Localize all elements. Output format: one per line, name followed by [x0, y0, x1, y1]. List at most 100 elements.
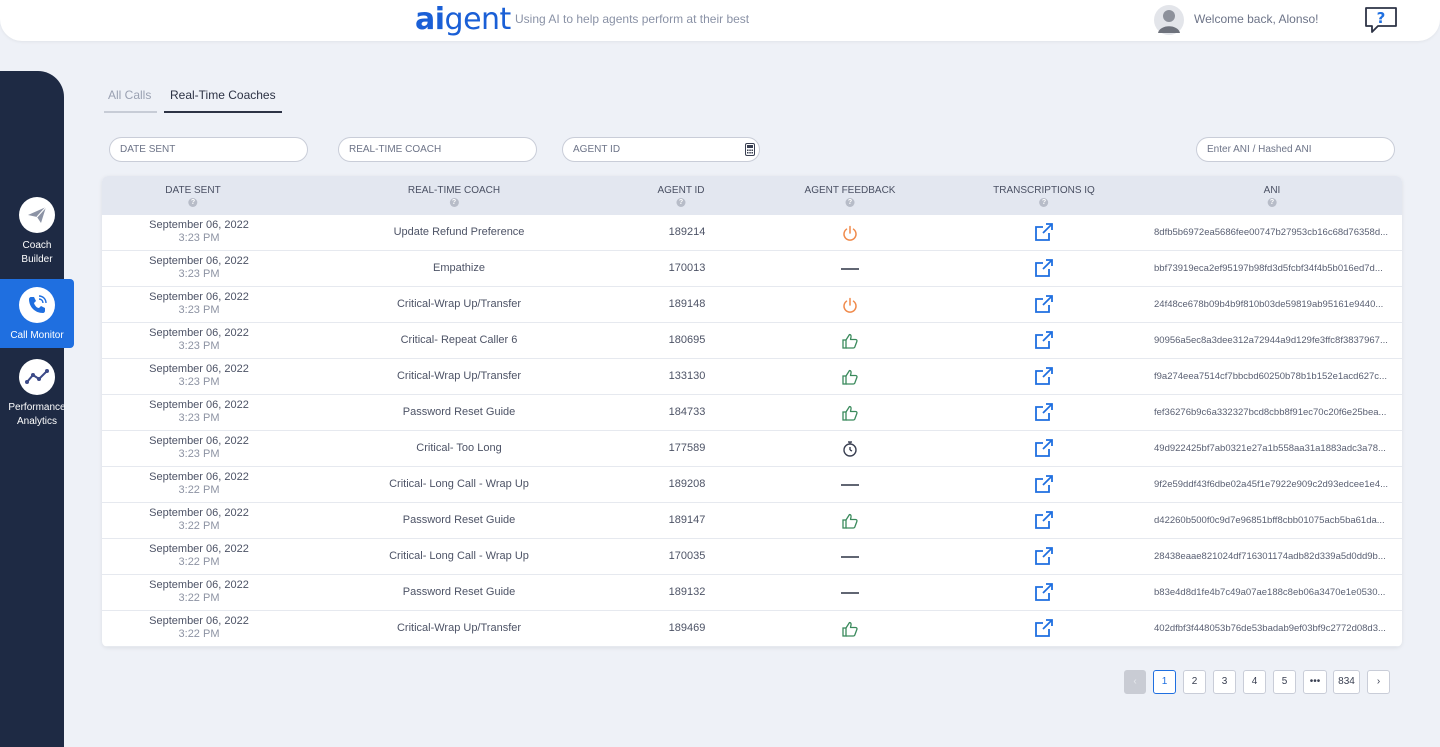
- date-text: September 06, 2022: [149, 255, 249, 267]
- thumbs-up-icon: [841, 512, 859, 530]
- welcome-message: Welcome back, Alonso!: [1194, 12, 1319, 26]
- table-row[interactable]: September 06, 2022 3:23 PM Critical-Wrap U…: [102, 359, 1402, 395]
- svg-text:?: ?: [1377, 9, 1386, 27]
- date-text: September 06, 2022: [149, 471, 249, 483]
- more-pages-button[interactable]: •••: [1303, 670, 1327, 694]
- tab-all-calls[interactable]: All Calls: [104, 88, 158, 113]
- agent-id-filter[interactable]: [562, 137, 760, 162]
- table-row[interactable]: September 06, 2022 3:23 PM Critical- Too L…: [102, 431, 1402, 467]
- tab-real-time-coaches[interactable]: Real-Time Coaches: [164, 88, 282, 113]
- page-button[interactable]: 4: [1243, 670, 1266, 694]
- time-text: 3:23 PM: [178, 412, 220, 424]
- date-sent-cell: September 06, 2022 3:23 PM: [149, 291, 249, 317]
- column-header-transcriptions-iq[interactable]: TRANSCRIPTIONS IQ?: [993, 185, 1095, 207]
- time-text: 3:22 PM: [178, 520, 220, 532]
- time-text: 3:23 PM: [178, 448, 220, 460]
- info-icon[interactable]: ?: [845, 198, 855, 207]
- table-row[interactable]: September 06, 2022 3:23 PM Password Reset …: [102, 395, 1402, 431]
- date-sent-filter[interactable]: [109, 137, 308, 162]
- sidebar-item-coach-builder[interactable]: Coach Builder: [0, 197, 74, 269]
- date-text: September 06, 2022: [149, 327, 249, 339]
- table-row[interactable]: September 06, 2022 3:23 PM Update Refund P…: [102, 215, 1402, 251]
- ani-cell: 28438eaae821024df716301174adb82d339a5d0d…: [1154, 551, 1386, 562]
- ani-cell: fef36276b9c6a332327bcd8cbb8f91ec70c20f6e…: [1154, 407, 1387, 418]
- external-link-icon[interactable]: [1034, 294, 1054, 314]
- info-icon[interactable]: ?: [449, 198, 459, 207]
- table-row[interactable]: September 06, 2022 3:23 PM Critical-Wrap U…: [102, 287, 1402, 323]
- sidebar-item-performance-analytics[interactable]: Performance Analytics: [0, 359, 74, 431]
- table-row[interactable]: September 06, 2022 3:22 PM Critical- Long …: [102, 539, 1402, 575]
- date-text: September 06, 2022: [149, 507, 249, 519]
- column-header-ani[interactable]: ANI?: [1264, 185, 1280, 207]
- table-row[interactable]: September 06, 2022 3:22 PM Password Reset …: [102, 503, 1402, 539]
- real-time-coach-cell: Empathize: [433, 262, 485, 274]
- last-page-button[interactable]: 834: [1333, 670, 1360, 694]
- agent-id-cell: 189148: [668, 298, 706, 310]
- ani-cell: d42260b500f0c9d7e96851bff8cbb01075acb5ba…: [1154, 515, 1385, 526]
- real-time-coach-filter[interactable]: [338, 137, 537, 162]
- external-link-icon[interactable]: [1034, 222, 1054, 242]
- real-time-coach-cell: Critical- Long Call - Wrap Up: [389, 550, 529, 562]
- page-button[interactable]: 5: [1273, 670, 1296, 694]
- ani-cell: 90956a5ec8a3dee312a72944a9d129fe3ffc8f38…: [1154, 335, 1388, 346]
- ani-cell: 9f2e59ddf43f6dbe02a45f1e7922e909c2d93edc…: [1154, 479, 1389, 490]
- external-link-icon[interactable]: [1034, 258, 1054, 278]
- table-row[interactable]: September 06, 2022 3:22 PM Critical- Long …: [102, 467, 1402, 503]
- sidebar: Coach Builder Call Monitor Performance A…: [0, 71, 74, 747]
- external-link-icon[interactable]: [1034, 546, 1054, 566]
- table-row[interactable]: September 06, 2022 3:23 PM Empathize 170013…: [102, 251, 1402, 287]
- info-icon[interactable]: ?: [1267, 198, 1277, 207]
- user-avatar-icon[interactable]: [1154, 5, 1184, 35]
- thumbs-up-icon: [841, 332, 859, 350]
- paper-plane-icon: [19, 197, 55, 233]
- info-icon[interactable]: ?: [1039, 198, 1049, 207]
- calculator-icon[interactable]: [745, 143, 755, 156]
- real-time-coach-cell: Critical- Long Call - Wrap Up: [389, 478, 529, 490]
- real-time-coach-cell: Update Refund Preference: [393, 226, 525, 238]
- real-time-coach-cell: Critical- Repeat Caller 6: [400, 334, 518, 346]
- column-header-agent-feedback[interactable]: AGENT FEEDBACK?: [805, 185, 895, 207]
- info-icon[interactable]: ?: [676, 198, 686, 207]
- external-link-icon[interactable]: [1034, 618, 1054, 638]
- real-time-coach-cell: Password Reset Guide: [402, 586, 516, 598]
- date-sent-cell: September 06, 2022 3:22 PM: [149, 507, 249, 533]
- ani-cell: bbf73919eca2ef95197b98fd3d5fcbf34f4b5b01…: [1154, 263, 1383, 274]
- sidebar-item-label: Call Monitor: [10, 330, 64, 341]
- sidebar-item-label: Builder: [21, 254, 53, 265]
- next-page-button[interactable]: ›: [1367, 670, 1390, 694]
- date-sent-cell: September 06, 2022 3:23 PM: [149, 255, 249, 281]
- page-button[interactable]: 2: [1183, 670, 1206, 694]
- aigent-logo[interactable]: aigent: [415, 2, 511, 37]
- column-header-agent-id[interactable]: AGENT ID?: [657, 185, 705, 207]
- external-link-icon[interactable]: [1034, 510, 1054, 530]
- external-link-icon[interactable]: [1034, 330, 1054, 350]
- ani-cell: 49d922425bf7ab0321e27a1b558aa31a1883adc3…: [1154, 443, 1386, 454]
- external-link-icon[interactable]: [1034, 582, 1054, 602]
- page-button[interactable]: 1: [1153, 670, 1176, 694]
- page-button[interactable]: 3: [1213, 670, 1236, 694]
- ani-cell: 402dfbf3f448053b76de53badab9ef03bf9c2772…: [1154, 623, 1386, 634]
- prev-page-button[interactable]: ‹: [1124, 670, 1146, 694]
- date-sent-cell: September 06, 2022 3:23 PM: [149, 219, 249, 245]
- ani-cell: b83e4d8d1fe4b7c49a07ae188c8eb06a3470e1e0…: [1154, 587, 1386, 598]
- table-header: DATE SENT? REAL-TIME COACH? AGENT ID? AG…: [102, 176, 1402, 215]
- agent-id-cell: 189214: [668, 226, 706, 238]
- external-link-icon[interactable]: [1034, 402, 1054, 422]
- date-sent-cell: September 06, 2022 3:22 PM: [149, 579, 249, 605]
- info-icon[interactable]: ?: [188, 198, 198, 207]
- table-row[interactable]: September 06, 2022 3:22 PM Password Reset …: [102, 575, 1402, 611]
- table-row[interactable]: September 06, 2022 3:23 PM Critical- Repea…: [102, 323, 1402, 359]
- external-link-icon[interactable]: [1034, 366, 1054, 386]
- external-link-icon[interactable]: [1034, 474, 1054, 494]
- date-text: September 06, 2022: [149, 579, 249, 591]
- help-icon[interactable]: ?: [1364, 6, 1398, 34]
- external-link-icon[interactable]: [1034, 438, 1054, 458]
- power-icon: [841, 224, 859, 242]
- table-row[interactable]: September 06, 2022 3:22 PM Critical-Wrap U…: [102, 611, 1402, 647]
- ani-search-input[interactable]: [1196, 137, 1395, 162]
- agent-id-cell: 170035: [668, 550, 706, 562]
- thumbs-up-icon: [841, 368, 859, 386]
- column-header-real-time-coach[interactable]: REAL-TIME COACH?: [408, 185, 500, 207]
- column-header-date-sent[interactable]: DATE SENT?: [165, 185, 221, 207]
- sidebar-item-call-monitor[interactable]: Call Monitor: [0, 279, 74, 348]
